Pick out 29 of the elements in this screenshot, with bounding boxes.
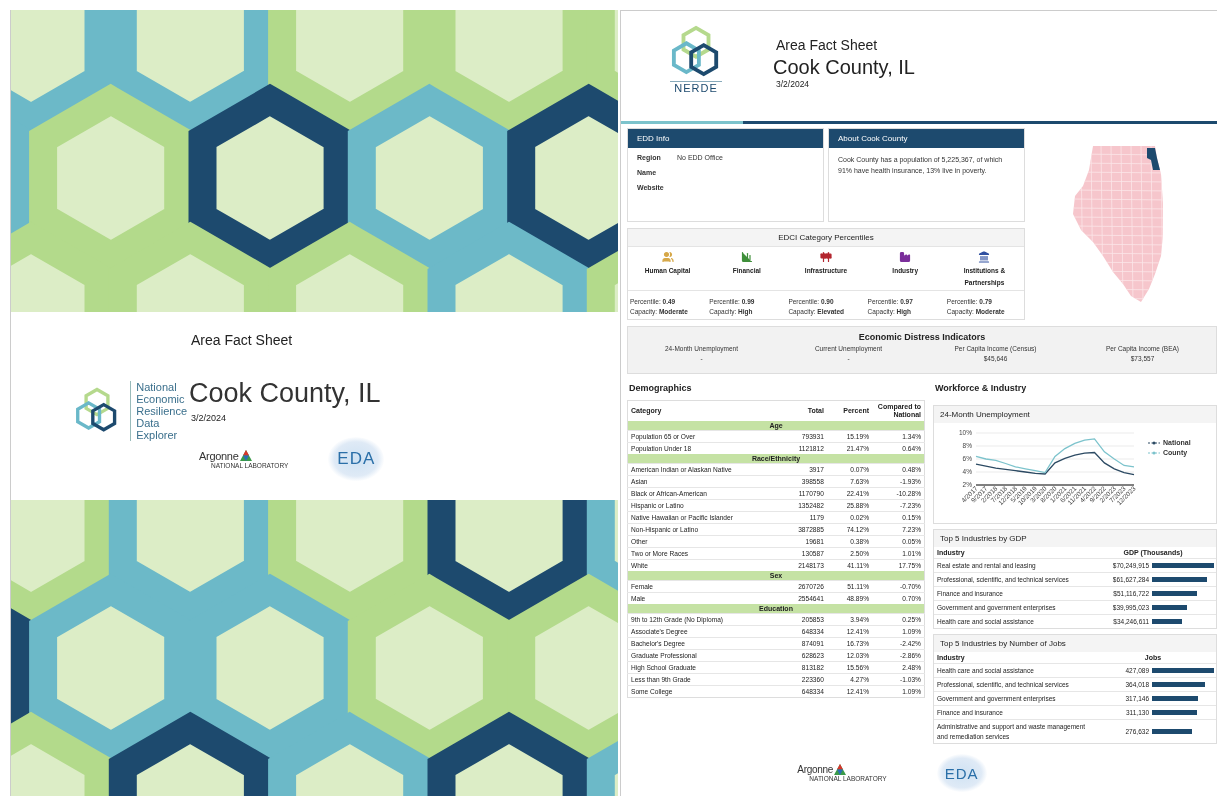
logo-text-line: Explorer <box>136 429 179 441</box>
triangle-logo-icon <box>239 450 252 461</box>
logo-wordmark: NERDE <box>670 80 722 94</box>
logo-text-line: Resilience <box>136 405 187 417</box>
cover-place-name: Cook County, IL <box>189 378 382 409</box>
cover-title: Area Fact Sheet <box>191 332 294 348</box>
panel-title: Economic Distress Indicators <box>858 332 986 342</box>
panel-title: 24-Month Unemployment <box>934 406 1216 423</box>
card-title: EDD Info <box>628 129 823 148</box>
logo-wordmark: EDA <box>944 764 979 782</box>
panel-title: Top 5 Industries by Number of Jobs <box>934 635 1216 652</box>
panel-title: EDCI Category Percentiles <box>628 229 1024 247</box>
logo-wordmark: EDA <box>337 449 376 469</box>
logo-text-line: National <box>136 381 178 393</box>
page-title: Area Fact Sheet <box>776 37 879 53</box>
logo-text-line: Economic <box>136 393 186 405</box>
logo-text-line: Data <box>136 417 161 429</box>
logo-wordmark: Argonne <box>199 449 239 462</box>
logo-wordmark: Argonne <box>797 764 834 775</box>
legend-swatch <box>1147 451 1161 455</box>
panel-title: Top 5 Industries by GDP <box>934 530 1216 547</box>
section-title: Demographics <box>628 382 693 395</box>
legend-swatch <box>1147 441 1161 445</box>
card-title: About Cook County <box>829 129 1024 148</box>
place-name: Cook County, IL <box>773 56 915 79</box>
cover-date: 3/2/2024 <box>191 413 228 423</box>
triangle-logo-icon <box>834 764 847 775</box>
section-title: Workforce & Industry <box>934 382 1028 395</box>
report-date: 3/2/2024 <box>776 79 811 89</box>
